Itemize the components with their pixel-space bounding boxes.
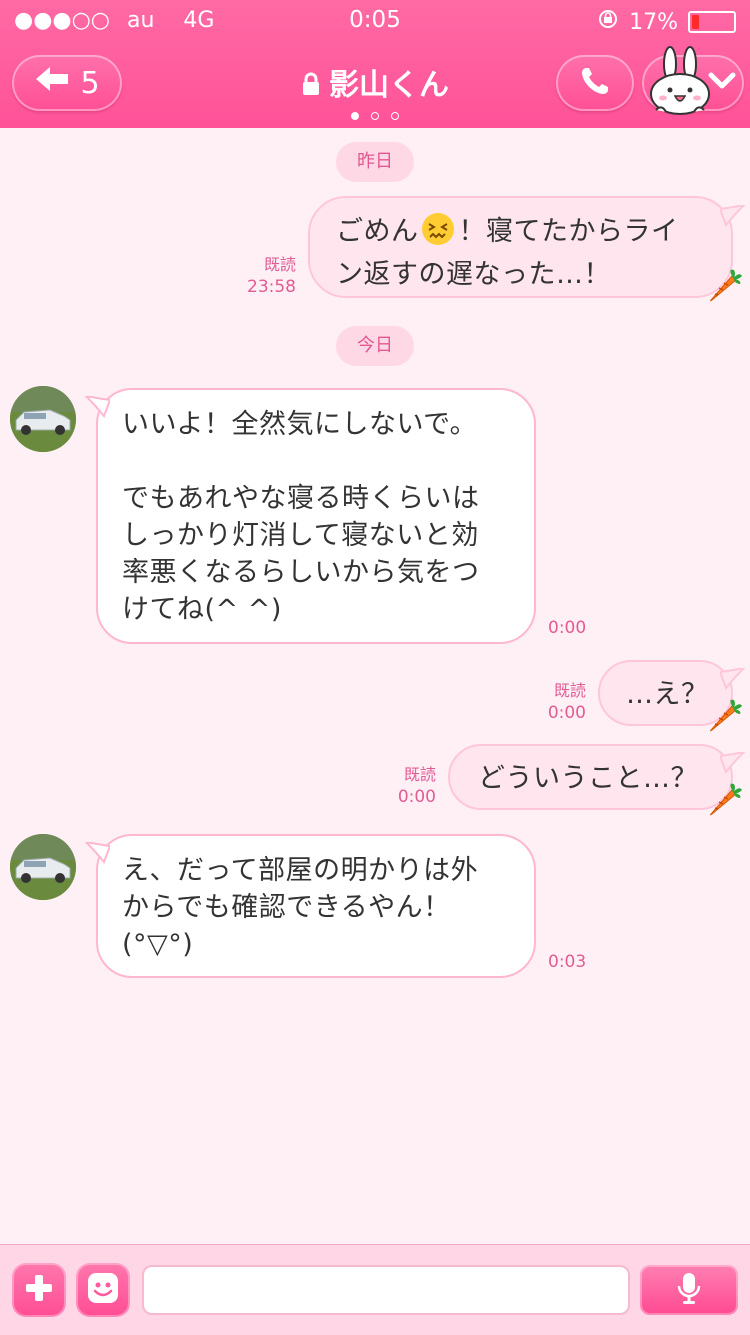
page-dot [351, 112, 359, 120]
message-line: え、だって部屋の明かりは外 [122, 855, 479, 886]
chat-title-text: 影山くん [329, 68, 449, 103]
bubble-tail [720, 752, 746, 774]
message-text: ごめん [336, 216, 419, 247]
chat-title: 影山くん [0, 60, 750, 104]
voice-button[interactable] [640, 1265, 738, 1315]
message-text: どういうこと…？ [478, 763, 698, 794]
message-meta: 既読 0:00 [376, 764, 436, 808]
read-receipt: 既読 [263, 255, 296, 274]
read-receipt: 既読 [403, 765, 436, 784]
bubble-tail [720, 668, 746, 690]
message-line: からでも確認できるやん！ [122, 892, 451, 923]
persevering-face-emoji-icon [421, 212, 455, 256]
status-right: 17% [597, 8, 736, 36]
message-bubble-outgoing[interactable]: ごめん ！寝てたからライ ン返すの遅なった…！ [308, 196, 733, 298]
call-button[interactable] [556, 55, 634, 111]
avatar[interactable] [10, 386, 76, 452]
date-separator-today: 今日 [336, 326, 414, 366]
input-bar [0, 1244, 750, 1335]
message-time: 0:00 [547, 703, 586, 723]
battery-percent: 17% [629, 9, 678, 35]
page-dot [391, 112, 399, 120]
message-bubble-incoming[interactable]: いいよ！全然気にしないで。 でもあれやな寝る時くらいは しっかり灯消して寝ないと… [96, 388, 536, 644]
emoji-icon [86, 1271, 120, 1309]
message-line: でもあれやな寝る時くらいは [122, 483, 480, 514]
message-line: しっかり灯消して寝ないと効 [122, 520, 479, 551]
header-bar: ●●●○○ au 4G 0:05 17% 5 影山くん [0, 0, 750, 128]
message-bubble-outgoing[interactable]: どういうこと…？ [448, 744, 733, 810]
message-line: いいよ！全然気にしないで。 [122, 409, 478, 440]
message-time: 0:03 [548, 952, 587, 972]
message-text: …え？ [626, 679, 709, 710]
message-time: 0:00 [397, 787, 436, 807]
chevron-down-icon [708, 71, 736, 95]
rotation-lock-icon [597, 8, 619, 36]
message-line: ごめん ！寝てたからライ [336, 212, 711, 256]
add-button[interactable] [12, 1263, 66, 1317]
battery-icon [688, 11, 736, 33]
message-time: 23:58 [247, 277, 296, 297]
sticker-button[interactable] [76, 1263, 130, 1317]
carrot-icon [706, 780, 744, 822]
avatar[interactable] [10, 834, 76, 900]
mic-icon [675, 1271, 703, 1309]
page-indicator [0, 105, 750, 124]
message-line [122, 443, 510, 480]
message-meta: 既読 23:58 [236, 254, 296, 298]
read-receipt: 既読 [553, 681, 586, 700]
bunny-icon [648, 46, 712, 122]
bubble-tail [84, 842, 110, 864]
page-dot [371, 112, 379, 120]
plus-icon [23, 1272, 55, 1308]
battery-fill [692, 15, 699, 29]
message-meta: 既読 0:00 [526, 680, 586, 724]
message-time: 0:00 [548, 618, 587, 638]
lock-icon [301, 69, 321, 104]
message-text: ！寝てたからライ [458, 216, 679, 247]
message-line: 率悪くなるらしいから気をつ [122, 557, 480, 588]
status-bar: ●●●○○ au 4G 0:05 17% [0, 0, 750, 40]
bubble-tail [84, 396, 110, 418]
message-line: けてね(^ ^) [122, 594, 282, 625]
carrot-icon [706, 266, 744, 308]
date-separator-yesterday: 昨日 [336, 142, 414, 182]
message-input[interactable] [142, 1265, 630, 1315]
bubble-tail [720, 205, 746, 227]
message-bubble-incoming[interactable]: え、だって部屋の明かりは外 からでも確認できるやん！ (°▽°) [96, 834, 536, 978]
phone-icon [579, 65, 611, 101]
message-line: (°▽°) [122, 929, 194, 960]
carrot-icon [706, 696, 744, 738]
message-line: ン返すの遅なった…！ [336, 259, 611, 290]
